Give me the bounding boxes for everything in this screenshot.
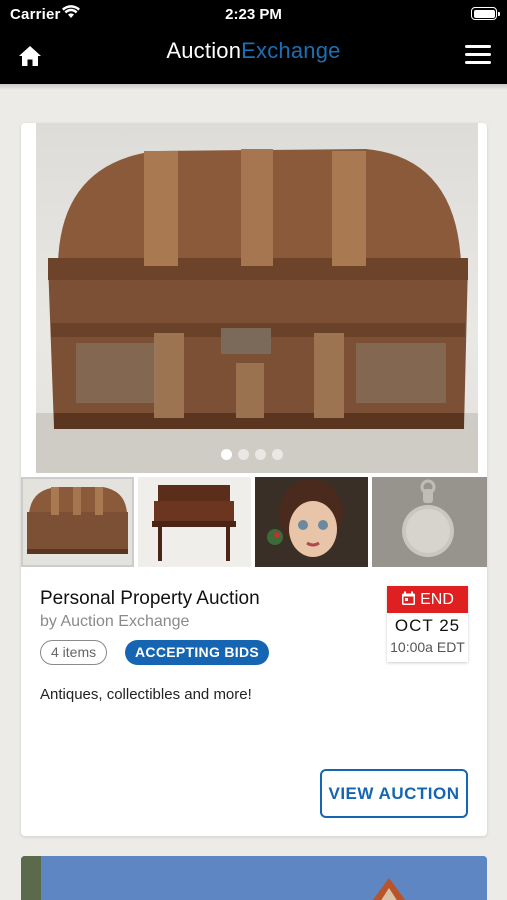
thumbnail-strip bbox=[21, 477, 487, 567]
end-date-box: END OCT 25 10:00a EDT bbox=[387, 586, 468, 662]
nav-shadow bbox=[0, 84, 507, 90]
next-auction-card[interactable] bbox=[21, 856, 487, 900]
end-label: END bbox=[420, 591, 454, 608]
clock: 2:23 PM bbox=[225, 6, 282, 23]
carousel-dot[interactable] bbox=[255, 449, 266, 460]
main-photo-chest[interactable] bbox=[36, 123, 478, 473]
auction-title[interactable]: Personal Property Auction bbox=[40, 588, 260, 610]
thumbnail-desk[interactable] bbox=[138, 477, 251, 567]
auction-card[interactable]: Personal Property Auction by Auction Exc… bbox=[21, 123, 487, 836]
view-auction-button[interactable]: VIEW AUCTION bbox=[320, 769, 468, 818]
carousel-dot[interactable] bbox=[238, 449, 249, 460]
item-count-badge: 4 items bbox=[40, 640, 108, 665]
app-logo: AuctionExchange bbox=[0, 38, 507, 64]
status-bar: Carrier 2:23 PM bbox=[0, 0, 507, 30]
carousel-dot[interactable] bbox=[272, 449, 283, 460]
logo-text-exchange: Exchange bbox=[241, 38, 341, 63]
thumbnail-chest[interactable] bbox=[21, 477, 134, 567]
end-time: 10:00a EDT bbox=[390, 639, 465, 655]
hamburger-menu-icon[interactable] bbox=[465, 45, 491, 67]
thumbnail-doll[interactable] bbox=[255, 477, 368, 567]
end-header: END bbox=[387, 586, 468, 613]
carousel-indicator[interactable] bbox=[221, 447, 289, 465]
auction-byline: by Auction Exchange bbox=[40, 613, 190, 630]
calendar-icon bbox=[402, 591, 416, 605]
logo-text-auction: Auction bbox=[166, 38, 242, 63]
nav-bar: AuctionExchange bbox=[0, 30, 507, 84]
status-badge: ACCEPTING BIDS bbox=[125, 640, 269, 665]
auction-description: Antiques, collectibles and more! bbox=[40, 686, 252, 703]
battery-icon bbox=[471, 7, 500, 20]
end-date: OCT 25 bbox=[394, 616, 461, 635]
thumbnail-pocket-watch[interactable] bbox=[372, 477, 487, 567]
carousel-dot[interactable] bbox=[221, 449, 232, 460]
